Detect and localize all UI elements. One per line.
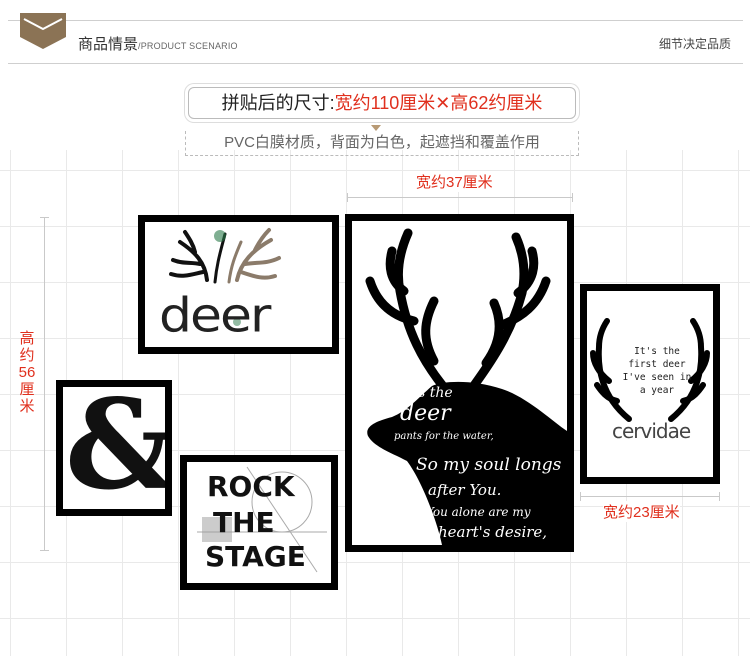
frame-deer-head: As the deer pants for the water, So my s…	[345, 214, 574, 552]
verse-line-6: You alone are my	[426, 505, 531, 519]
deer-word: deer	[159, 289, 271, 343]
width-center-label: 宽约37厘米	[416, 171, 493, 192]
rock-line-2: THE	[213, 506, 275, 539]
verse-line-5: after You.	[428, 481, 502, 499]
material-note: PVC白膜材质，背面为白色，起遮挡和覆盖作用	[185, 131, 579, 156]
rock-line-1: ROCK	[207, 470, 295, 503]
frame-deer-word: deer	[138, 215, 339, 354]
rock-line-3: STAGE	[205, 540, 306, 573]
width-right-line	[580, 492, 720, 501]
ampersand-glyph: &	[65, 387, 165, 509]
ampersand-artwork: &	[63, 387, 165, 509]
cervidae-quote: It's the first deer I've seen in a year	[622, 346, 692, 396]
verse-line-2: deer	[400, 401, 451, 426]
size-value: 宽约110厘米✕高62约厘米	[334, 93, 543, 113]
size-info-box: 拼贴后的尺寸:宽约110厘米✕高62约厘米	[188, 87, 576, 119]
verse-line-1: As the	[408, 385, 453, 401]
header-slogan: 细节决定品质	[658, 37, 731, 51]
deer-word-artwork: deer	[145, 222, 332, 347]
verse-line-7: heart's desire,	[438, 523, 548, 541]
size-label: 拼贴后的尺寸:	[221, 93, 335, 113]
width-right-label: 宽约23厘米	[603, 501, 680, 522]
verse-line-4: So my soul longs	[416, 455, 562, 475]
frame-rock-the-stage: ROCK THE STAGE	[180, 455, 338, 590]
header-badge-icon	[20, 13, 66, 49]
deer-head-artwork: As the deer pants for the water, So my s…	[352, 221, 567, 545]
cervidae-word: cervidae	[612, 419, 691, 443]
height-left-label: 高约56厘米	[18, 330, 36, 415]
verse-line-3: pants for the water,	[394, 431, 494, 442]
frame-ampersand: &	[56, 380, 172, 516]
rock-stage-artwork: ROCK THE STAGE	[187, 462, 331, 583]
section-title: 商品情景/PRODUCT SCENARIO	[78, 36, 238, 53]
width-center-line	[347, 193, 573, 202]
height-left-line	[40, 217, 49, 551]
frame-cervidae: It's the first deer I've seen in a year …	[580, 284, 720, 484]
section-subtitle: /PRODUCT SCENARIO	[138, 41, 238, 51]
cervidae-artwork: It's the first deer I've seen in a year …	[587, 291, 713, 477]
section-header: 商品情景/PRODUCT SCENARIO 细节决定品质	[8, 13, 743, 64]
